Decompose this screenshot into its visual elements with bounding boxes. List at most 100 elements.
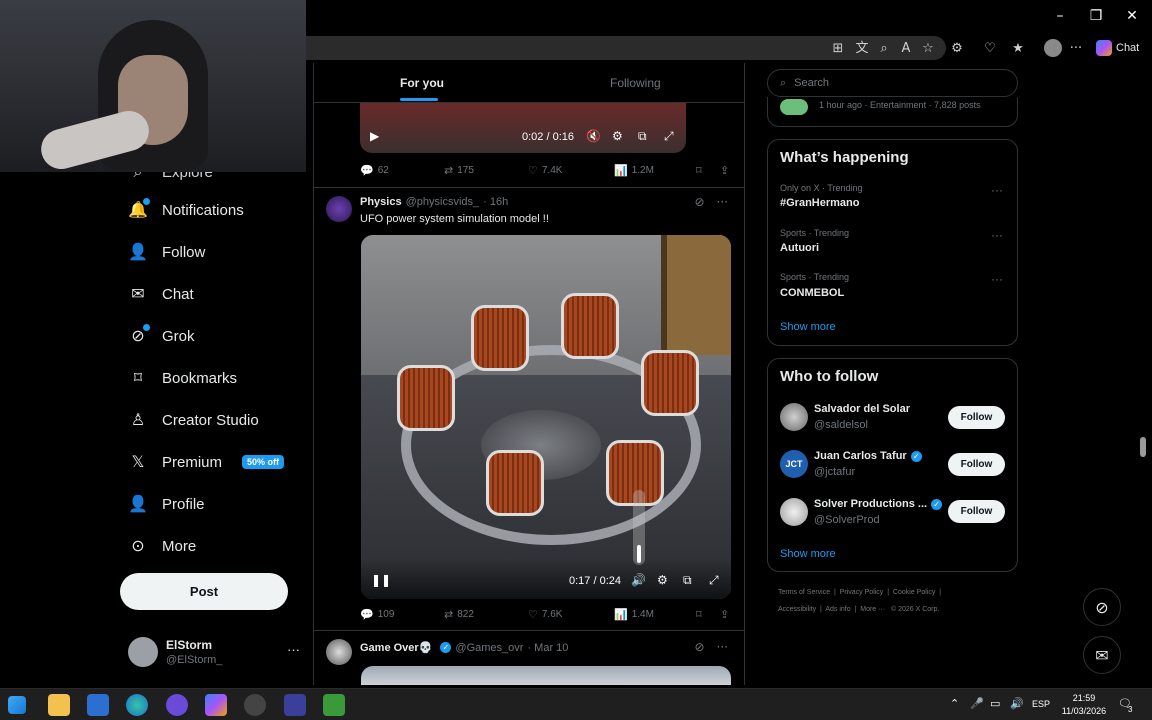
author-handle[interactable]: @physicsvids_ — [406, 196, 480, 208]
browser-profile-avatar[interactable] — [1044, 39, 1062, 57]
microphone-icon[interactable]: 🎤 — [970, 697, 984, 710]
avatar[interactable] — [326, 639, 352, 665]
windows-start-icon[interactable] — [8, 696, 26, 714]
read-aloud-icon[interactable]: A — [898, 41, 914, 57]
footer-link[interactable]: Terms of Service — [778, 589, 830, 596]
share-button[interactable]: ⇪ — [720, 608, 729, 621]
bookmark-button[interactable]: ⌑ — [696, 608, 702, 621]
close-icon[interactable]: ✕ — [1114, 6, 1150, 26]
settings-icon[interactable]: ⚙ — [657, 573, 668, 587]
volume-icon[interactable]: 🔊 — [631, 573, 646, 587]
follow-button[interactable]: Follow — [948, 500, 1005, 523]
app-icon[interactable] — [284, 694, 306, 716]
follow-button[interactable]: Follow — [948, 453, 1005, 476]
nav-item-grok[interactable]: ⊘ Grok — [128, 322, 195, 350]
avatar[interactable] — [780, 403, 808, 431]
trend-name[interactable]: Autuori — [780, 242, 819, 254]
chevron-up-icon[interactable]: ⌃ — [950, 697, 959, 710]
trend-name[interactable]: CONMEBOL — [780, 287, 844, 299]
more-icon[interactable]: ··· — [991, 183, 1003, 197]
grok-fab-button[interactable]: ⊘ — [1083, 588, 1121, 626]
play-icon[interactable]: ▶ — [370, 129, 379, 143]
nav-item-follow[interactable]: 👤 Follow — [128, 238, 205, 266]
translate-icon[interactable]: 文 — [854, 41, 870, 57]
more-icon[interactable]: ··· — [717, 195, 728, 209]
bookmark-button[interactable]: ⌑ — [696, 164, 702, 177]
search-input[interactable]: ⌕ Search — [767, 69, 1018, 97]
post-button[interactable]: Post — [120, 573, 288, 610]
nav-item-more[interactable]: ⊙ More — [128, 532, 196, 560]
mute-icon[interactable]: 🔇 — [586, 129, 601, 143]
repost-button[interactable]: ⇄ 822 — [444, 608, 474, 621]
nav-item-premium[interactable]: 𝕏 Premium 50% off — [128, 448, 285, 476]
volume-slider[interactable] — [633, 490, 645, 565]
obs-icon[interactable] — [244, 694, 266, 716]
views-button[interactable]: 📊 1.4M — [614, 608, 654, 621]
fullscreen-icon[interactable]: ⤢ — [664, 129, 674, 144]
copilot-chat-button[interactable]: Chat — [1096, 39, 1139, 57]
favorites-icon[interactable]: ★ — [1010, 41, 1026, 57]
pip-icon[interactable]: ⧉ — [683, 573, 692, 588]
post-time[interactable]: · 16h — [483, 196, 508, 208]
edge-icon[interactable] — [126, 694, 148, 716]
pip-icon[interactable]: ⧉ — [638, 129, 647, 144]
settings-more-icon[interactable]: ··· — [1068, 41, 1084, 57]
user-name[interactable]: Salvador del Solar — [814, 403, 910, 415]
show-more-link[interactable]: Show more — [780, 548, 836, 560]
footer-link[interactable]: More ··· — [860, 606, 885, 613]
more-icon[interactable]: ··· — [991, 228, 1003, 242]
favorite-star-icon[interactable]: ☆ — [920, 41, 936, 57]
nav-item-notifications[interactable]: 🔔 Notifications — [128, 196, 244, 224]
extensions-icon[interactable]: ⚙ — [949, 41, 965, 57]
user-name-row[interactable]: Juan Carlos Tafur ✓ — [814, 450, 922, 462]
follow-button[interactable]: Follow — [948, 406, 1005, 429]
author-name[interactable]: Game Over💀 — [360, 641, 432, 654]
restore-icon[interactable]: ❐ — [1078, 6, 1114, 26]
zoom-icon[interactable]: ⌕ — [876, 41, 892, 57]
views-button[interactable]: 📊 1.2M — [614, 164, 654, 177]
footer-link[interactable]: Accessibility — [778, 606, 816, 613]
minecraft-icon[interactable] — [323, 694, 345, 716]
file-explorer-icon[interactable] — [48, 694, 70, 716]
grok-icon[interactable]: ⊘ — [694, 195, 704, 209]
avatar[interactable]: JCT — [780, 450, 808, 478]
reply-button[interactable]: 💬 109 — [360, 608, 394, 621]
share-button[interactable]: ⇪ — [720, 164, 729, 177]
minimize-icon[interactable]: – — [1042, 6, 1078, 26]
nav-item-profile[interactable]: 👤 Profile — [128, 490, 205, 518]
fullscreen-icon[interactable]: ⤢ — [709, 573, 719, 588]
app-available-icon[interactable]: ⊞ — [830, 41, 846, 57]
messages-fab-button[interactable]: ✉ — [1083, 636, 1121, 674]
tab-for-you[interactable]: For you — [400, 76, 444, 90]
address-field[interactable] — [306, 36, 946, 60]
nav-item-chat[interactable]: ✉ Chat — [128, 280, 193, 308]
video-player[interactable]: ▶ 0:02 / 0:16 🔇 ⚙ ⧉ ⤢ — [360, 103, 686, 153]
avatar[interactable] — [326, 196, 352, 222]
nav-item-creator-studio[interactable]: ♙ Creator Studio — [128, 406, 259, 434]
media-thumbnail[interactable] — [361, 666, 731, 685]
clock[interactable]: 21:59 11/03/2026 — [1060, 692, 1108, 718]
repost-button[interactable]: ⇄ 175 — [444, 164, 474, 177]
copilot-icon[interactable] — [205, 694, 227, 716]
author-handle[interactable]: @Games_ovr — [455, 642, 523, 654]
nav-item-bookmarks[interactable]: ⌑ Bookmarks — [128, 364, 237, 392]
tab-following[interactable]: Following — [610, 76, 661, 90]
like-button[interactable]: ♡ 7.4K — [528, 164, 562, 177]
avatar[interactable] — [780, 498, 808, 526]
show-more-link[interactable]: Show more — [780, 321, 836, 333]
account-switcher[interactable]: ElStorm @ElStorm_ ··· — [128, 634, 300, 670]
scrollbar-thumb[interactable] — [1140, 437, 1146, 457]
volume-icon[interactable]: 🔊 — [1010, 697, 1024, 710]
trend-name[interactable]: #GranHermano — [780, 197, 859, 209]
reply-button[interactable]: 💬 62 — [360, 164, 389, 177]
post-time[interactable]: · Mar 10 — [527, 642, 568, 654]
browser-essentials-icon[interactable]: ♡ — [982, 41, 998, 57]
author-name[interactable]: Physics — [360, 196, 402, 208]
settings-icon[interactable]: ⚙ — [612, 129, 623, 143]
grok-icon[interactable]: ⊘ — [694, 640, 704, 654]
video-player[interactable]: ❚❚ 0:17 / 0:24 🔊 ⚙ ⧉ ⤢ — [361, 235, 731, 599]
footer-link[interactable]: Privacy Policy — [840, 589, 884, 596]
discord-icon[interactable] — [166, 694, 188, 716]
more-icon[interactable]: ··· — [287, 642, 300, 657]
app-icon[interactable] — [87, 694, 109, 716]
